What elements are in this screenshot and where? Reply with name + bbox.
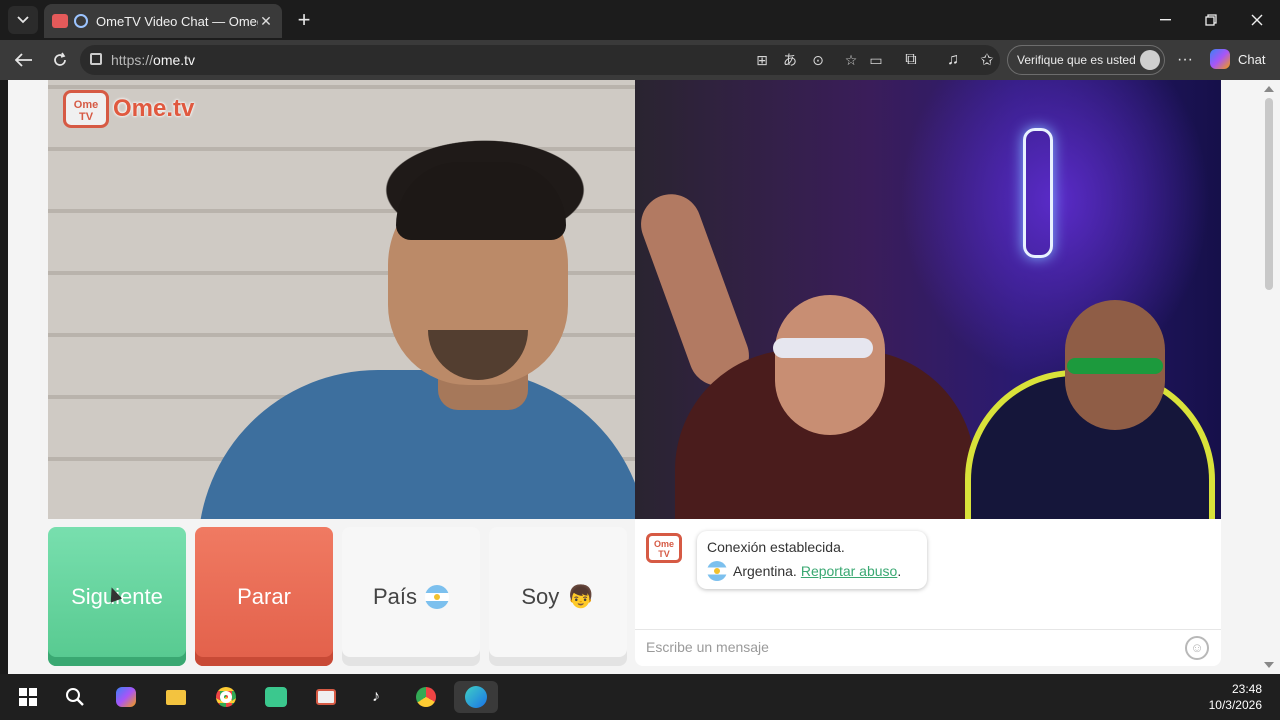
chat-panel: Ome TV Conexión establecida. Argentina. … bbox=[635, 519, 1221, 666]
scroll-up-icon[interactable] bbox=[1264, 86, 1274, 92]
country-filter-button[interactable]: País bbox=[342, 527, 480, 666]
restore-button[interactable] bbox=[1188, 0, 1234, 40]
chat-label: Chat bbox=[1238, 51, 1266, 67]
tab-list-button[interactable] bbox=[8, 6, 38, 34]
search-icon bbox=[66, 688, 84, 706]
new-tab-button[interactable]: + bbox=[290, 6, 318, 34]
stop-button[interactable]: Parar bbox=[195, 527, 333, 666]
tab-title: OmeTV Video Chat — Omegl bbox=[96, 13, 258, 29]
browser-tab[interactable]: OmeTV Video Chat — Omegl ✕ bbox=[44, 4, 282, 38]
edge-icon[interactable] bbox=[454, 681, 498, 713]
extensions-icon[interactable]: ⧉ bbox=[898, 48, 924, 72]
person-hair bbox=[396, 162, 566, 240]
camera-in-use-icon[interactable]: ▭ bbox=[866, 50, 886, 70]
logo-text: Ome.tv bbox=[113, 95, 195, 122]
clock-date: 10/3/2026 bbox=[1208, 698, 1262, 712]
chat-divider bbox=[635, 629, 1221, 630]
partner-country-line: Argentina. Reportar abuso . bbox=[707, 561, 917, 581]
lock-icon bbox=[90, 53, 102, 65]
browser-toolbar: https://ome.tv ⊞ あ ⊙ ☆ ▭ ⧉ ♫ ✩ Verifique… bbox=[0, 40, 1280, 80]
emoji-picker-icon[interactable]: ☺ bbox=[1185, 636, 1209, 660]
ometv-bot-icon: Ome TV bbox=[646, 533, 682, 563]
remote-video bbox=[635, 80, 1221, 519]
report-suffix: . bbox=[897, 563, 902, 579]
scrollbar-thumb[interactable] bbox=[1265, 98, 1273, 290]
gender-label: Soy bbox=[521, 583, 560, 609]
clock-time: 23:48 bbox=[1231, 682, 1262, 696]
report-abuse-link[interactable]: Reportar abuso bbox=[801, 563, 898, 579]
windows-logo-icon bbox=[19, 688, 37, 706]
reload-icon bbox=[54, 52, 66, 66]
copilot-app-icon[interactable] bbox=[110, 681, 142, 713]
person-shirt bbox=[198, 370, 635, 519]
favorites-icon[interactable]: ✩ bbox=[974, 48, 1000, 72]
restore-icon bbox=[1205, 14, 1217, 26]
connection-status: Conexión establecida. bbox=[707, 539, 845, 555]
reload-button[interactable] bbox=[47, 48, 73, 72]
search-button[interactable] bbox=[59, 681, 91, 713]
app-available-icon[interactable]: ⊞ bbox=[752, 50, 772, 70]
argentina-flag-icon bbox=[425, 584, 450, 609]
scrollbar[interactable] bbox=[1260, 80, 1280, 674]
message-input[interactable]: Escribe un mensaje bbox=[646, 639, 769, 655]
translate-icon[interactable]: あ bbox=[780, 50, 800, 70]
ometv-tab-icon bbox=[52, 14, 68, 28]
tab-strip: OmeTV Video Chat — Omegl ✕ + bbox=[0, 0, 1280, 40]
copilot-chat-button[interactable]: Chat bbox=[1210, 49, 1265, 69]
neon-sign bbox=[1023, 128, 1053, 258]
chrome-icon[interactable] bbox=[210, 681, 242, 713]
media-control-icon[interactable]: ♫ bbox=[940, 48, 966, 72]
system-clock[interactable]: 23:48 10/3/2026 bbox=[1209, 681, 1262, 713]
close-tab-icon[interactable]: ✕ bbox=[258, 13, 274, 30]
verify-label: Verifique que es usted bbox=[1017, 53, 1136, 67]
back-arrow-icon bbox=[15, 53, 32, 67]
chevron-down-icon bbox=[17, 16, 29, 24]
reader-mode-icon[interactable]: ⊙ bbox=[808, 50, 828, 70]
more-menu-icon[interactable]: ··· bbox=[1172, 48, 1198, 72]
country-label: País bbox=[372, 583, 418, 609]
ometv-logo: Ome TV Ome.tv bbox=[63, 90, 194, 128]
boy-face-icon: 👦 bbox=[567, 583, 595, 609]
avatar bbox=[1140, 50, 1160, 70]
tiktok-icon[interactable]: ♪ bbox=[360, 681, 392, 713]
gender-select-button[interactable]: Soy 👦 bbox=[489, 527, 627, 666]
partner-country: Argentina. bbox=[733, 563, 797, 579]
argentina-flag-icon bbox=[707, 561, 727, 581]
system-message: Conexión establecida. Argentina. Reporta… bbox=[697, 531, 927, 589]
profile-verify-button[interactable]: Verifique que es usted bbox=[1007, 45, 1165, 75]
back-button[interactable] bbox=[11, 48, 37, 72]
local-video bbox=[48, 80, 635, 519]
scroll-down-icon[interactable] bbox=[1264, 662, 1274, 668]
person-two-glasses bbox=[1067, 358, 1163, 374]
start-button[interactable] bbox=[12, 681, 44, 713]
minimize-icon bbox=[1159, 19, 1171, 21]
copilot-icon bbox=[1210, 49, 1230, 69]
recording-indicator-icon bbox=[74, 14, 88, 28]
favorite-star-icon[interactable]: ☆ bbox=[841, 50, 861, 70]
address-bar[interactable]: https://ome.tv ⊞ あ ⊙ ☆ ▭ bbox=[80, 45, 1000, 75]
tv-logo-icon: Ome TV bbox=[63, 90, 109, 128]
minimize-button[interactable] bbox=[1142, 0, 1188, 40]
chrome-profile-icon[interactable] bbox=[410, 681, 442, 713]
ometv-app-icon[interactable] bbox=[310, 681, 342, 713]
person-one-glasses bbox=[773, 338, 873, 358]
stop-label: Parar bbox=[237, 583, 291, 609]
close-window-button[interactable] bbox=[1234, 0, 1280, 40]
windows-taskbar: ♪ 23:48 10/3/2026 bbox=[0, 674, 1280, 720]
person-one-head bbox=[775, 295, 885, 435]
app-green-icon[interactable] bbox=[260, 681, 292, 713]
file-explorer-icon[interactable] bbox=[160, 681, 192, 713]
url-text: https://ome.tv bbox=[111, 52, 196, 68]
close-icon bbox=[1251, 14, 1263, 26]
